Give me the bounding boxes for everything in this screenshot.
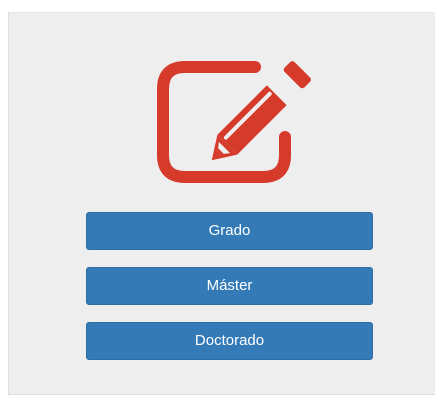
grado-button[interactable]: Grado: [86, 212, 373, 250]
options-panel: Grado Máster Doctorado: [8, 12, 435, 395]
edit-pencil-square-icon: [145, 45, 325, 187]
doctorado-button[interactable]: Doctorado: [86, 322, 373, 360]
master-button[interactable]: Máster: [86, 267, 373, 305]
